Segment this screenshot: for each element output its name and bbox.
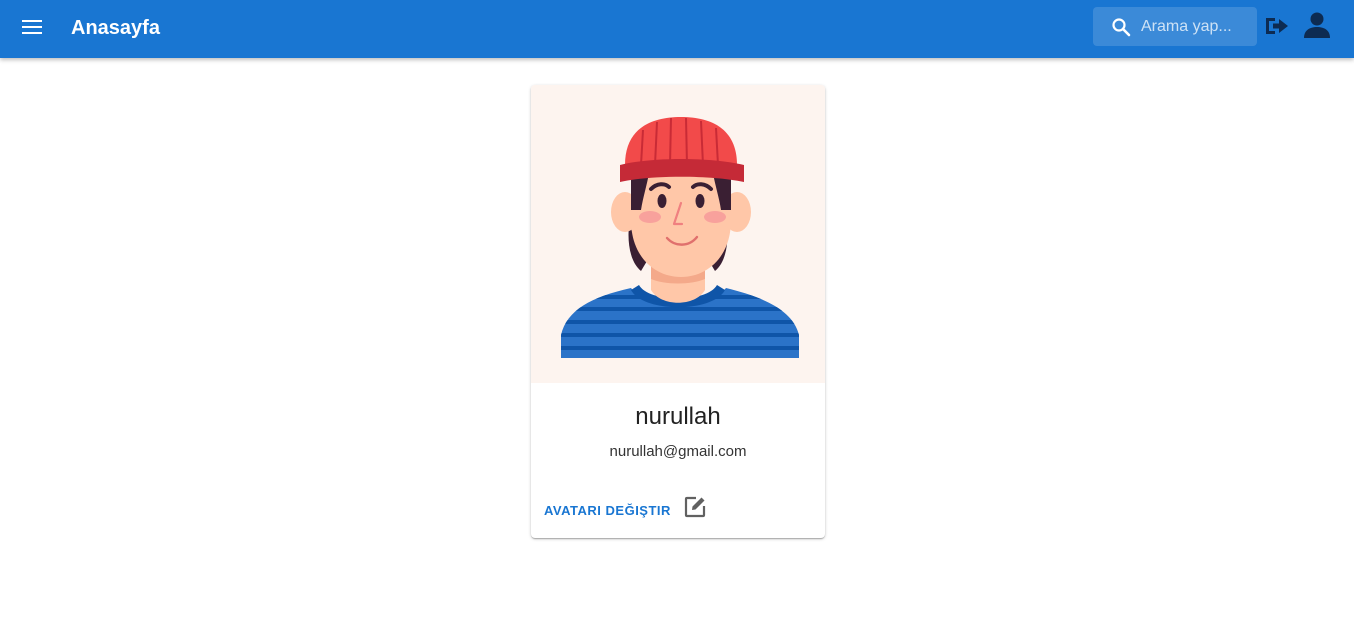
menu-button[interactable] <box>16 13 48 45</box>
profile-name: nurullah <box>635 403 721 430</box>
search-input[interactable] <box>1141 17 1257 36</box>
search-box[interactable] <box>1093 7 1257 46</box>
search-icon <box>1111 17 1131 37</box>
profile-card: nurullah nurullah@gmail.com AVATARI DEĞI… <box>531 85 825 538</box>
app-bar: Anasayfa <box>0 0 1354 58</box>
page-title: Anasayfa <box>71 17 160 39</box>
profile-email: nurullah@gmail.com <box>609 443 747 460</box>
logout-icon <box>1264 15 1290 42</box>
avatar-illustration <box>561 117 799 358</box>
change-avatar-button[interactable]: AVATARI DEĞIŞTIR <box>544 503 671 519</box>
avatar-container <box>531 85 825 383</box>
menu-icon <box>22 19 42 40</box>
account-icon <box>1303 11 1331 44</box>
edit-icon <box>684 496 706 523</box>
logout-button[interactable] <box>1263 14 1291 42</box>
edit-profile-button[interactable] <box>683 496 707 523</box>
account-button[interactable] <box>1302 12 1332 42</box>
